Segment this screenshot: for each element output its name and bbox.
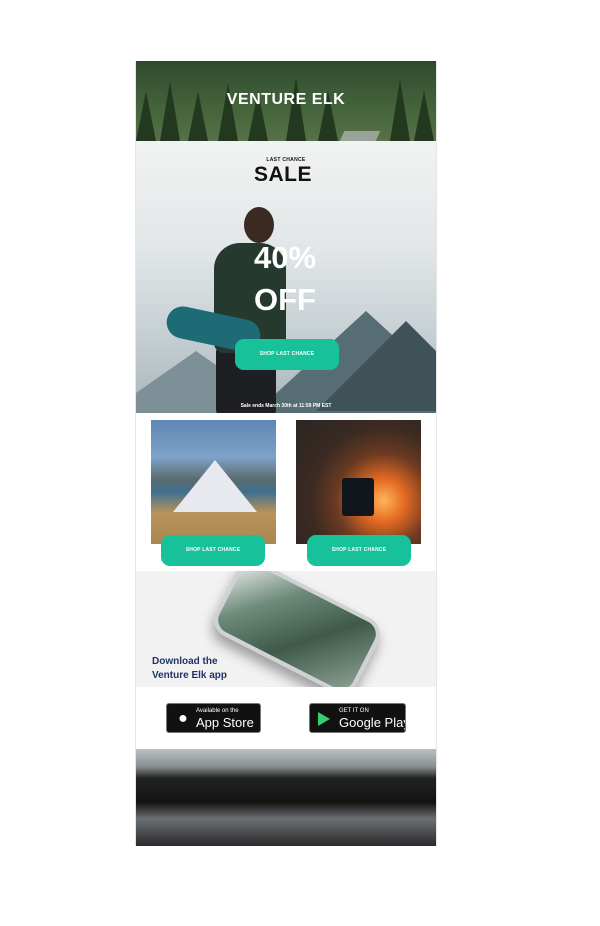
app-promo-section[interactable]: Download the Venture Elk app [136,571,436,687]
tent-shape [173,460,257,512]
brand-logo[interactable]: VENTURE ELK [136,91,436,109]
apple-icon: ● [178,710,188,727]
hero-banner[interactable]: LAST CHANCE SALE 40% OFF SHOP LAST CHANC… [136,141,436,413]
app-store-badge[interactable]: ● Available on the App Store [166,703,261,733]
app-store-big-text: App Store [196,715,254,730]
footer-lake-photo [136,749,436,846]
campfire-mug-photo[interactable] [296,420,421,544]
mug-shape [342,478,374,516]
google-play-badge[interactable]: GET IT ON Google Play [309,703,406,733]
discount-off: OFF [254,282,316,317]
email-container: VENTURE ELK LAST CHANCE SALE 40% OFF SHO… [135,61,437,846]
shop-last-chance-button-right[interactable]: SHOP LAST CHANCE [307,535,411,566]
tree-shape [286,77,306,141]
tree-shape [160,81,180,141]
google-play-small-text: GET IT ON [339,708,369,714]
google-play-icon [318,712,330,726]
product-row: SHOP LAST CHANCE SHOP LAST CHANCE [136,413,436,571]
cabin-roof [339,131,381,141]
store-badges: ● Available on the App Store GET IT ON G… [136,687,436,749]
tent-camping-photo[interactable] [151,420,276,544]
discount-percent: 40% [254,240,317,275]
app-text-line2: Venture Elk app [152,670,228,681]
app-text-line1: Download the [152,656,218,667]
sale-ends-note: Sale ends March 30th at 11:59 PM EST [240,403,332,409]
tree-shape [390,79,410,141]
header-banner: VENTURE ELK [136,61,436,141]
shop-last-chance-button[interactable]: SHOP LAST CHANCE [235,339,339,370]
discount-text: 40% OFF [254,237,364,321]
sale-title: SALE [253,163,312,186]
google-play-big-text: Google Play [339,715,406,730]
app-download-text: Download the Venture Elk app [152,655,272,683]
app-store-small-text: Available on the [196,708,239,714]
shop-last-chance-button-left[interactable]: SHOP LAST CHANCE [161,535,265,566]
